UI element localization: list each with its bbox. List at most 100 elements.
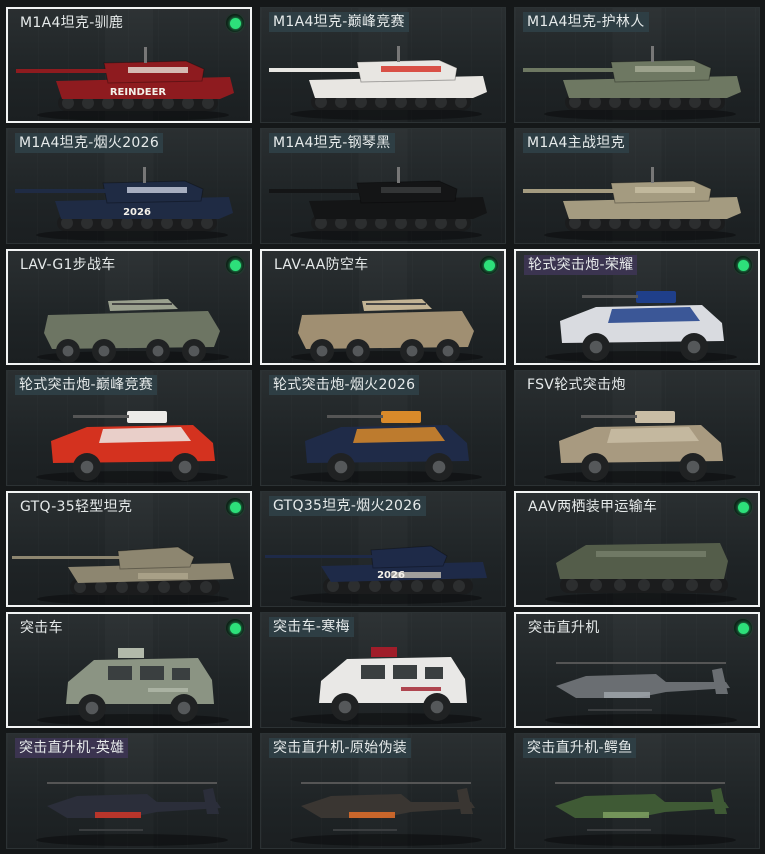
antenna: [651, 46, 654, 62]
vehicle-card[interactable]: M1A4坦克-驯鹿 REINDEER: [6, 7, 252, 123]
vehicle-name: 突击直升机-鳄鱼: [523, 738, 637, 758]
cabin-windows: [353, 427, 445, 443]
gun-barrel: [73, 415, 129, 418]
owned-status-icon: [734, 619, 752, 637]
vehicle-card[interactable]: LAV-AA防空车: [260, 249, 506, 365]
vehicle-card[interactable]: M1A4主战坦克: [514, 128, 760, 244]
vehicle-image: [544, 782, 736, 846]
livery-stripe: [95, 812, 141, 818]
wheel-hub: [334, 460, 348, 474]
vehicle-card[interactable]: 突击车-寒梅: [260, 612, 506, 728]
vehicle-card[interactable]: LAV-G1步战车: [6, 249, 252, 365]
window: [140, 666, 164, 680]
cabin-windows: [99, 427, 191, 443]
gun-barrel: [523, 189, 615, 193]
vehicle-card[interactable]: 轮式突击炮-烟火2026: [260, 370, 506, 486]
vehicle-card[interactable]: 突击车: [6, 612, 252, 728]
wheel-hub: [442, 345, 454, 357]
window: [425, 667, 443, 679]
vehicle-card[interactable]: FSV轮式突击炮: [514, 370, 760, 486]
vehicle-name: 轮式突击炮-荣耀: [524, 255, 638, 275]
vehicle-card[interactable]: 突击直升机-原始伪装: [260, 733, 506, 849]
gun-barrel: [581, 415, 637, 418]
ground-shadow: [36, 471, 228, 483]
livery-text: REINDEER: [110, 87, 167, 98]
road-wheel: [411, 580, 423, 592]
tail-fin: [712, 668, 728, 694]
gun-barrel: [269, 189, 361, 193]
ground-shadow: [545, 714, 737, 726]
gun-barrel: [366, 303, 426, 305]
livery-stripe: [596, 551, 706, 557]
ground-shadow: [545, 351, 737, 363]
road-wheel: [200, 581, 212, 593]
ground-shadow: [544, 834, 736, 846]
road-wheel: [390, 580, 402, 592]
ground-shadow: [544, 471, 736, 483]
vehicle-image: [37, 299, 229, 363]
road-wheel: [590, 579, 602, 591]
gun-barrel: [16, 69, 108, 73]
road-wheel: [137, 581, 149, 593]
vehicle-name: 突击直升机: [528, 620, 600, 636]
wheel-hub: [589, 340, 603, 354]
road-wheel: [662, 579, 674, 591]
ground-shadow: [36, 834, 228, 846]
vehicle-image: 2026: [265, 545, 487, 604]
vehicle-skin-grid: M1A4坦克-驯鹿 REINDEER M1A4坦克-巅峰竞赛 M1A4坦克-护林人 M1…: [6, 7, 760, 849]
vehicle-card[interactable]: 突击直升机-英雄: [6, 733, 252, 849]
cabin-windows: [608, 307, 700, 323]
vehicle-card[interactable]: 突击直升机-鳄鱼: [514, 733, 760, 849]
road-wheel: [710, 579, 722, 591]
tail-fin: [203, 788, 219, 814]
vehicle-card[interactable]: 轮式突击炮-荣耀: [514, 249, 760, 365]
owned-status-icon: [226, 14, 244, 32]
vehicle-name: FSV轮式突击炮: [527, 377, 626, 393]
vehicle-name: M1A4坦克-驯鹿: [20, 15, 124, 31]
window: [108, 666, 132, 680]
vehicle-image: 2026: [15, 167, 233, 241]
vehicle-card[interactable]: AAV两栖装甲运输车: [514, 491, 760, 607]
vehicle-card[interactable]: M1A4坦克-钢琴黑: [260, 128, 506, 244]
livery-stripe: [127, 187, 187, 193]
wheel-hub: [430, 700, 444, 714]
turret: [370, 545, 448, 569]
vehicle-image: [523, 167, 741, 241]
vehicle-name: GTQ-35轻型坦克: [20, 499, 133, 515]
vehicle-card[interactable]: M1A4坦克-烟火2026 2026: [6, 128, 252, 244]
road-wheel: [348, 580, 360, 592]
vehicle-image: [290, 647, 482, 725]
owned-status-icon: [734, 256, 752, 274]
wheel-hub: [432, 460, 446, 474]
turret: [635, 411, 675, 423]
vehicle-name: LAV-G1步战车: [20, 257, 116, 273]
vehicle-name: 突击直升机-英雄: [15, 738, 129, 758]
road-wheel: [116, 581, 128, 593]
main-rotor: [301, 782, 471, 784]
wheel-hub: [588, 460, 602, 474]
vehicle-image: [545, 543, 737, 605]
vehicle-card[interactable]: 突击直升机: [514, 612, 760, 728]
tail-fin: [457, 788, 473, 814]
livery-stripe: [381, 66, 441, 72]
vehicle-name: 突击车: [20, 620, 63, 636]
cabin-windows: [607, 427, 699, 443]
vehicle-image: [523, 46, 741, 120]
main-rotor: [555, 782, 725, 784]
vehicle-image: [545, 291, 737, 363]
vehicle-image: REINDEER: [16, 47, 234, 121]
vehicle-card[interactable]: M1A4坦克-护林人: [514, 7, 760, 123]
antenna: [144, 47, 147, 63]
vehicle-card[interactable]: M1A4坦克-巅峰竞赛: [260, 7, 506, 123]
vehicle-image: [36, 782, 228, 846]
gun-barrel: [523, 68, 615, 72]
ground-shadow: [37, 714, 229, 726]
road-wheel: [614, 579, 626, 591]
antenna: [397, 167, 400, 183]
vehicle-name: M1A4坦克-巅峰竞赛: [269, 12, 409, 32]
vehicle-card[interactable]: GTQ-35轻型坦克: [6, 491, 252, 607]
vehicle-card[interactable]: 轮式突击炮-巅峰竞赛: [6, 370, 252, 486]
wheel-hub: [152, 345, 164, 357]
vehicle-name: LAV-AA防空车: [274, 257, 369, 273]
vehicle-card[interactable]: GTQ35坦克-烟火2026 2026: [260, 491, 506, 607]
